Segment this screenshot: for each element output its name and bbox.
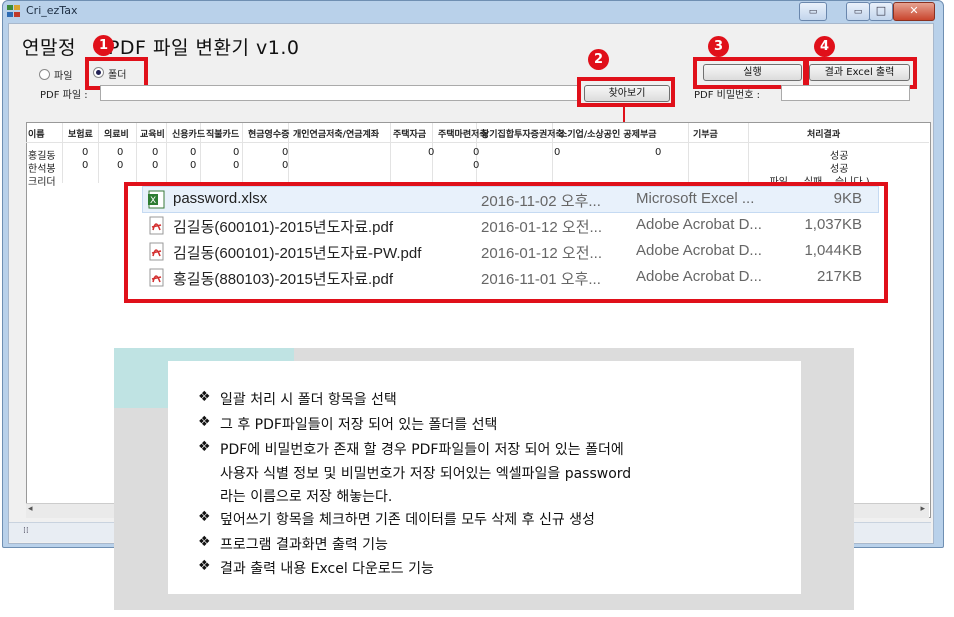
- note-line: 결과 출력 내용 Excel 다운로드 기능: [220, 561, 434, 577]
- callout-3: 3: [708, 36, 729, 57]
- minimize-alt-icon: ▭: [808, 7, 818, 17]
- column-header[interactable]: 소기업/소상공인 공제부금: [559, 127, 657, 140]
- column-header[interactable]: 처리결과: [807, 127, 840, 140]
- grid-column-line: [390, 123, 391, 183]
- note-line: 프로그램 결과화면 출력 기능: [220, 537, 388, 553]
- table-cell[interactable]: 0: [282, 147, 288, 158]
- note-bullet-icon: ❖: [198, 389, 211, 405]
- column-header[interactable]: 주택자금: [393, 127, 426, 140]
- maximize-button[interactable]: □: [869, 2, 893, 21]
- grid-column-line: [748, 123, 749, 183]
- note-bullet-icon: ❖: [198, 534, 211, 550]
- note-bullet-icon: ❖: [198, 509, 211, 525]
- callout-2: 2: [588, 49, 609, 70]
- grid-column-line: [166, 123, 167, 183]
- app-icon: [7, 5, 20, 17]
- table-cell[interactable]: 0: [554, 147, 560, 158]
- grid-column-line: [242, 123, 243, 183]
- minimize-icon: ▭: [853, 7, 863, 17]
- file-mode-label: 파일: [54, 71, 73, 82]
- table-cell[interactable]: 0: [152, 160, 158, 171]
- table-cell[interactable]: 0: [233, 147, 239, 158]
- grid-column-line: [98, 123, 99, 183]
- grid-column-line: [62, 123, 63, 183]
- column-header[interactable]: 의료비: [104, 127, 129, 140]
- note-bullet-icon: ❖: [198, 558, 211, 574]
- column-header[interactable]: 직불카드: [206, 127, 239, 140]
- table-cell[interactable]: 0: [152, 147, 158, 158]
- note-line: 라는 이름으로 저장 해놓는다.: [220, 489, 393, 505]
- note-line: 덮어쓰기 항목을 체크하면 기존 데이터를 모두 삭제 후 신규 생성: [220, 512, 595, 528]
- table-cell[interactable]: 0: [117, 147, 123, 158]
- app-heading-part2: PDF 파일 변환기 v1.0: [107, 37, 300, 59]
- callout-box-2: [577, 77, 675, 107]
- grid-header-divider: [26, 142, 929, 143]
- scroll-right-icon[interactable]: ▸: [920, 504, 925, 514]
- column-header[interactable]: 교육비: [140, 127, 165, 140]
- table-cell[interactable]: 0: [190, 147, 196, 158]
- table-cell[interactable]: 0: [473, 160, 479, 171]
- resize-grip-icon: ⁞⁞: [23, 526, 29, 536]
- app-heading: 연말정 PDF 파일 변환기 v1.0: [22, 33, 299, 60]
- window-title: Cri_ezTax: [26, 4, 78, 17]
- column-header[interactable]: 장기집합투자증권저축: [481, 127, 564, 140]
- column-header[interactable]: 기부금: [693, 127, 718, 140]
- table-cell[interactable]: 0: [428, 147, 434, 158]
- column-header[interactable]: 개인연금저축/연금계좌: [293, 127, 379, 140]
- column-header[interactable]: 이름: [28, 127, 45, 140]
- note-line: 일괄 처리 시 폴더 항목을 선택: [220, 392, 397, 408]
- pdf-password-input[interactable]: [781, 85, 910, 101]
- pdf-file-label: PDF 파일 :: [40, 90, 88, 101]
- scroll-left-icon[interactable]: ◂: [28, 504, 33, 514]
- callout-1: 1: [93, 35, 114, 56]
- table-cell[interactable]: 0: [282, 160, 288, 171]
- note-line: PDF에 비밀번호가 존재 할 경우 PDF파일들이 저장 되어 있는 폴더에: [220, 442, 624, 458]
- table-cell[interactable]: 0: [655, 147, 661, 158]
- pdf-file-input[interactable]: [100, 85, 580, 101]
- table-row-name[interactable]: 크리더: [28, 173, 56, 188]
- note-line: 사용자 식별 정보 및 비밀번호가 저장 되어있는 엑셀파일을 password: [220, 466, 632, 482]
- grid-column-line: [688, 123, 689, 183]
- table-cell[interactable]: 0: [473, 147, 479, 158]
- file-mode-radio[interactable]: [39, 69, 50, 80]
- note-bullet-icon: ❖: [198, 414, 211, 430]
- table-cell[interactable]: 0: [233, 160, 239, 171]
- pdf-password-label: PDF 비밀번호 :: [694, 90, 761, 101]
- note-line: 그 후 PDF파일들이 저장 되어 있는 폴더를 선택: [220, 417, 498, 433]
- column-header[interactable]: 신용카드: [172, 127, 205, 140]
- close-button[interactable]: ✕: [893, 2, 935, 21]
- table-cell[interactable]: 0: [117, 160, 123, 171]
- note-bullet-icon: ❖: [198, 439, 211, 455]
- file-list-callout-box: [124, 182, 888, 303]
- close-icon: ✕: [909, 4, 919, 17]
- table-cell[interactable]: 0: [82, 147, 88, 158]
- column-header[interactable]: 보험료: [68, 127, 93, 140]
- table-cell[interactable]: 0: [190, 160, 196, 171]
- column-header[interactable]: 현금영수증: [248, 127, 289, 140]
- table-cell[interactable]: 0: [82, 160, 88, 171]
- grid-column-line: [136, 123, 137, 183]
- maximize-icon: □: [875, 4, 887, 17]
- callout-4: 4: [814, 36, 835, 57]
- minimize-button[interactable]: ▭: [846, 2, 870, 21]
- app-heading-part1: 연말정: [22, 37, 76, 59]
- minimize-alt-button[interactable]: ▭: [799, 2, 827, 21]
